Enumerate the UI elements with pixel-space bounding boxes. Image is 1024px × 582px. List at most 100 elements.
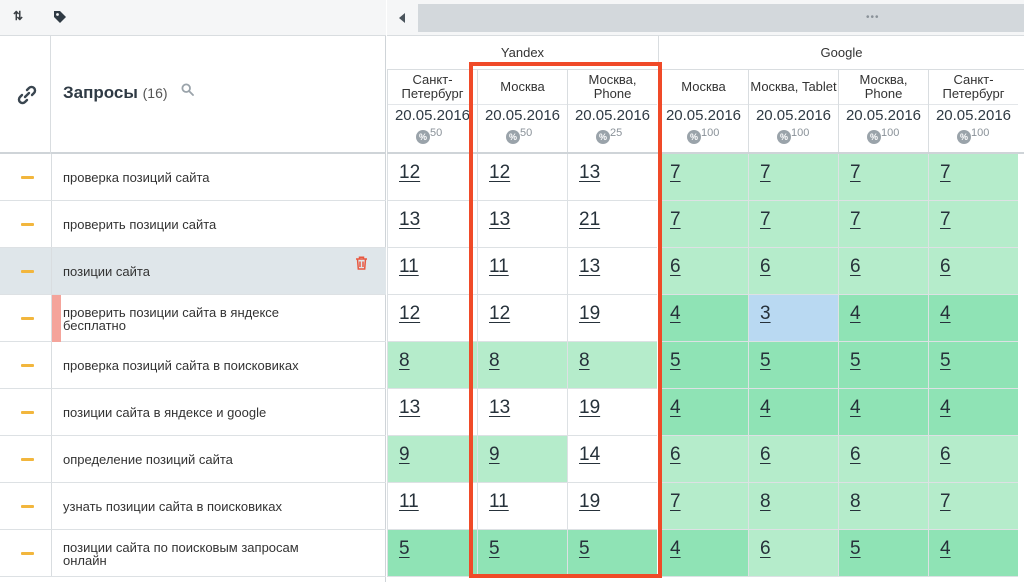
horizontal-scrollbar[interactable]: •••	[387, 0, 1024, 36]
position-link[interactable]: 5	[489, 538, 500, 560]
query-row[interactable]: проверка позиций сайта	[0, 154, 386, 201]
position-cell: 12	[387, 154, 477, 201]
position-link[interactable]: 8	[850, 491, 861, 513]
row-marker	[52, 295, 61, 342]
query-row[interactable]: определение позиций сайта	[0, 436, 386, 483]
position-cell: 7	[658, 154, 748, 201]
position-link[interactable]: 7	[850, 162, 861, 184]
position-link[interactable]: 5	[760, 350, 771, 372]
query-row[interactable]: позиции сайта в яндексе и google	[0, 389, 386, 436]
column-header[interactable]: Санкт-Петербург 20.05.2016% 50	[387, 70, 477, 154]
position-link[interactable]: 12	[399, 162, 420, 184]
position-link[interactable]: 8	[399, 350, 410, 372]
query-row[interactable]: проверить позиции сайта	[0, 201, 386, 248]
trash-icon[interactable]	[355, 256, 368, 275]
query-row[interactable]: позиции сайта по поисковым запросам онла…	[0, 530, 386, 577]
link-icon[interactable]	[16, 84, 38, 111]
position-link[interactable]: 7	[760, 162, 771, 184]
position-link[interactable]: 5	[850, 350, 861, 372]
position-link[interactable]: 19	[579, 397, 600, 419]
position-link[interactable]: 4	[670, 538, 681, 560]
column-header[interactable]: Москва 20.05.2016% 50	[477, 70, 567, 154]
position-link[interactable]: 4	[940, 303, 951, 325]
position-link[interactable]: 7	[760, 209, 771, 231]
position-link[interactable]: 8	[579, 350, 590, 372]
column-header[interactable]: Москва 20.05.2016% 100	[658, 70, 748, 154]
position-link[interactable]: 19	[579, 491, 600, 513]
position-link[interactable]: 5	[940, 350, 951, 372]
query-row[interactable]: проверить позиции сайта в яндексе беспла…	[0, 295, 386, 342]
position-link[interactable]: 6	[760, 538, 771, 560]
position-link[interactable]: 4	[760, 397, 771, 419]
position-link[interactable]: 4	[850, 397, 861, 419]
position-link[interactable]: 7	[670, 491, 681, 513]
position-link[interactable]: 11	[489, 256, 509, 278]
position-link[interactable]: 14	[579, 444, 600, 466]
position-link[interactable]: 6	[670, 256, 681, 278]
position-link[interactable]: 7	[670, 209, 681, 231]
tag-icon[interactable]	[53, 10, 67, 27]
position-link[interactable]: 7	[940, 162, 951, 184]
position-link[interactable]: 13	[489, 209, 510, 231]
position-link[interactable]: 4	[850, 303, 861, 325]
position-link[interactable]: 7	[940, 491, 951, 513]
position-link[interactable]: 19	[579, 303, 600, 325]
scroll-track[interactable]: •••	[418, 4, 1024, 32]
column-header[interactable]: Москва, Phone 20.05.2016% 100	[838, 70, 928, 154]
position-link[interactable]: 4	[940, 397, 951, 419]
position-link[interactable]: 4	[670, 397, 681, 419]
column-percent: 100	[701, 127, 720, 139]
scroll-left-arrow-icon[interactable]	[387, 4, 417, 32]
position-link[interactable]: 11	[489, 491, 509, 513]
position-link[interactable]: 21	[579, 209, 600, 231]
position-link[interactable]: 9	[399, 444, 410, 466]
position-cell: 7	[748, 154, 838, 201]
engine-header-google: Google	[658, 36, 1024, 70]
scroll-grip-icon[interactable]: •••	[866, 12, 880, 23]
position-link[interactable]: 11	[399, 256, 419, 278]
position-link[interactable]: 8	[760, 491, 771, 513]
query-row[interactable]: позиции сайта	[0, 248, 386, 295]
position-link[interactable]: 8	[489, 350, 500, 372]
position-link[interactable]: 13	[579, 256, 600, 278]
status-dash-icon	[21, 223, 34, 226]
position-link[interactable]: 13	[489, 397, 510, 419]
position-link[interactable]: 11	[399, 491, 419, 513]
column-header[interactable]: Москва, Phone 20.05.2016% 25	[567, 70, 657, 154]
sort-icon[interactable]: ⇅	[13, 9, 23, 23]
position-link[interactable]: 4	[940, 538, 951, 560]
column-header[interactable]: Москва, Tablet 20.05.2016% 100	[748, 70, 838, 154]
position-link[interactable]: 6	[760, 256, 771, 278]
position-link[interactable]: 5	[399, 538, 410, 560]
position-link[interactable]: 6	[850, 256, 861, 278]
query-text: позиции сайта по поисковым запросам онла…	[63, 539, 299, 568]
position-link[interactable]: 9	[489, 444, 500, 466]
position-link[interactable]: 13	[399, 397, 420, 419]
position-link[interactable]: 5	[579, 538, 590, 560]
query-row[interactable]: узнать позиции сайта в поисковиках	[0, 483, 386, 530]
column-divider	[51, 389, 52, 435]
position-link[interactable]: 7	[670, 162, 681, 184]
query-row[interactable]: проверка позиций сайта в поисковиках	[0, 342, 386, 389]
position-link[interactable]: 6	[940, 444, 951, 466]
position-link[interactable]: 13	[579, 162, 600, 184]
position-link[interactable]: 5	[850, 538, 861, 560]
position-link[interactable]: 6	[940, 256, 951, 278]
position-link[interactable]: 6	[850, 444, 861, 466]
position-cell: 7	[748, 201, 838, 248]
position-link[interactable]: 5	[670, 350, 681, 372]
position-link[interactable]: 12	[489, 303, 510, 325]
column-header[interactable]: Санкт-Петербург 20.05.2016% 100	[928, 70, 1018, 154]
position-link[interactable]: 6	[670, 444, 681, 466]
position-link[interactable]: 4	[670, 303, 681, 325]
position-cell: 6	[928, 248, 1018, 295]
position-link[interactable]: 7	[850, 209, 861, 231]
position-link[interactable]: 6	[760, 444, 771, 466]
position-link[interactable]: 13	[399, 209, 420, 231]
position-link[interactable]: 3	[760, 303, 771, 325]
search-icon[interactable]	[181, 83, 194, 101]
position-link[interactable]: 12	[399, 303, 420, 325]
position-link[interactable]: 12	[489, 162, 510, 184]
position-link[interactable]: 7	[940, 209, 951, 231]
column-date: 20.05.2016	[935, 107, 1012, 124]
